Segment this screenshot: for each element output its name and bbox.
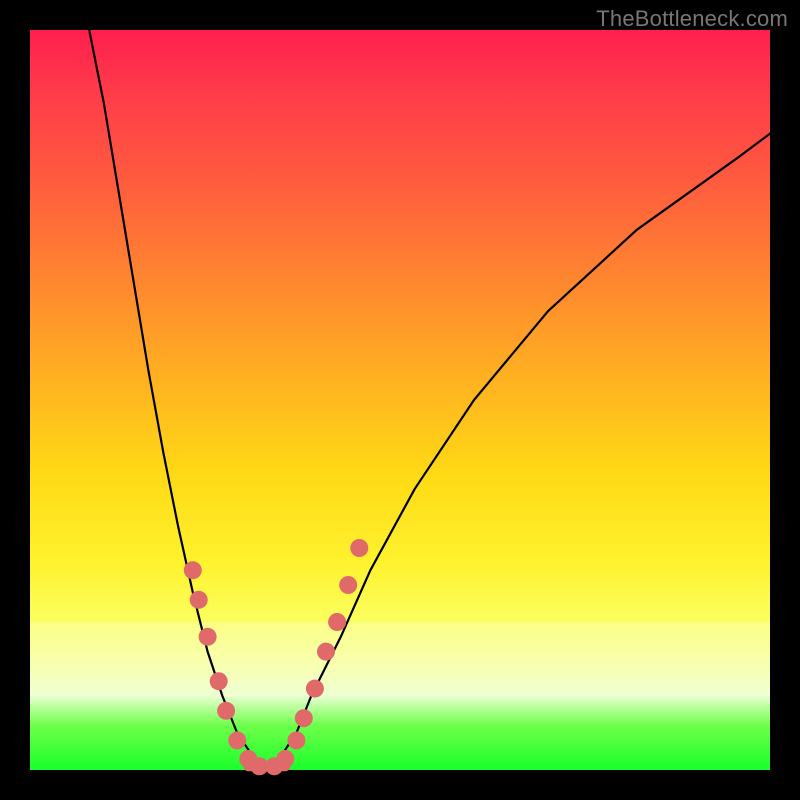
marker-dot <box>328 613 346 631</box>
marker-dot <box>306 680 324 698</box>
marker-dot <box>210 672 228 690</box>
marker-dot <box>184 561 202 579</box>
marker-dot <box>339 576 357 594</box>
marker-dot <box>295 709 313 727</box>
marker-dot <box>287 731 305 749</box>
marker-dot <box>228 731 246 749</box>
curve-right-branch <box>267 134 770 770</box>
marker-dot <box>276 750 294 768</box>
curve-left-branch <box>89 30 267 770</box>
watermark-text: TheBottleneck.com <box>596 6 788 32</box>
marker-dot <box>199 628 217 646</box>
marker-dot <box>350 539 368 557</box>
chart-frame: TheBottleneck.com <box>0 0 800 800</box>
marker-dots <box>184 539 368 775</box>
marker-dot <box>317 643 335 661</box>
marker-dot <box>217 702 235 720</box>
marker-dot <box>190 591 208 609</box>
chart-svg <box>30 30 770 770</box>
